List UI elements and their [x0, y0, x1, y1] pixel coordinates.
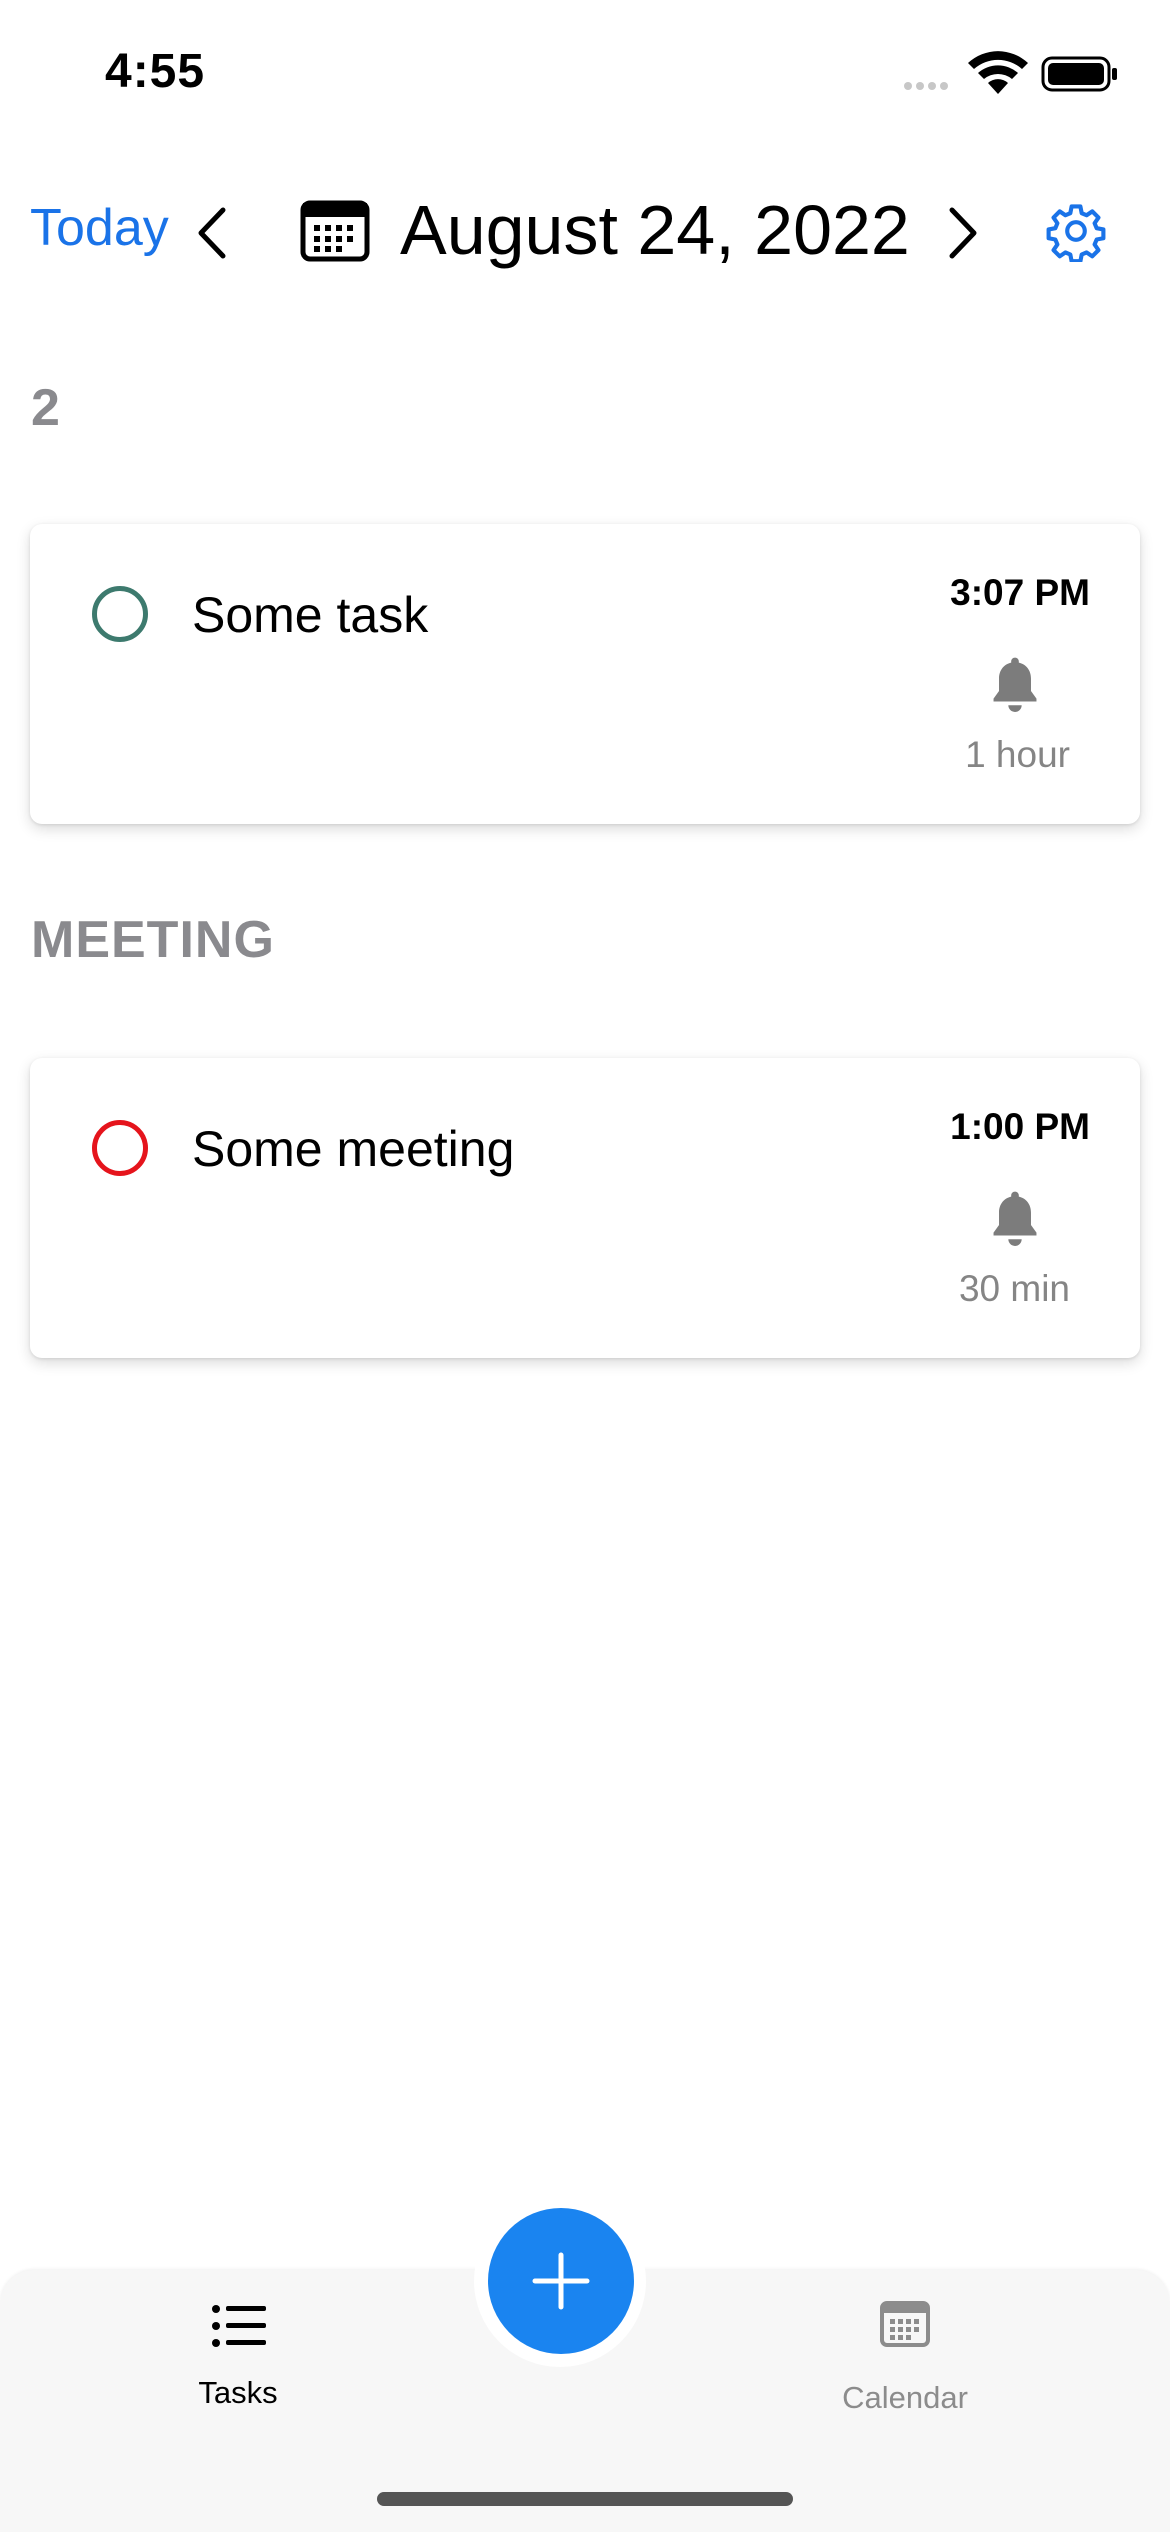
status-time: 4:55 [105, 45, 206, 98]
tab-tasks[interactable]: Tasks [160, 2295, 316, 2415]
next-day-button[interactable] [930, 198, 990, 268]
settings-button[interactable] [1045, 200, 1107, 264]
list-icon [212, 2305, 266, 2347]
section-header: 2 [31, 379, 61, 437]
meeting-card[interactable]: Some meeting 1:00 PM 30 min [30, 1058, 1140, 1358]
task-time: 3:07 PM [950, 572, 1090, 613]
status-icons-svg [904, 51, 1117, 94]
bell-icon [993, 1191, 1037, 1246]
reminder-label: 30 min [958, 1268, 1070, 1309]
previous-day-button[interactable] [185, 198, 245, 268]
reminder-label: 1 hour [965, 734, 1070, 775]
chevron-right-icon [949, 207, 977, 259]
task-title: Some task [192, 587, 429, 643]
calendar-icon[interactable] [300, 200, 370, 262]
chevron-left-icon [198, 207, 226, 259]
meeting-title: Some meeting [192, 1121, 515, 1177]
task-status-checkbox[interactable] [92, 586, 148, 642]
tab-tasks-label: Tasks [198, 2375, 278, 2410]
meeting-status-checkbox[interactable] [92, 1120, 148, 1176]
gear-icon [1046, 204, 1106, 264]
plus-icon [532, 2252, 590, 2310]
task-card[interactable]: Some task 3:07 PM 1 hour [30, 524, 1140, 824]
wifi-icon [968, 51, 1028, 94]
section-header: MEETING [31, 911, 275, 969]
tab-calendar-label: Calendar [842, 2380, 968, 2415]
add-button[interactable] [488, 2208, 634, 2354]
battery-icon [1041, 56, 1117, 92]
status-icons [900, 50, 1120, 100]
date-title[interactable]: August 24, 2022 [400, 190, 910, 270]
today-button[interactable]: Today [30, 198, 169, 258]
home-indicator [377, 2492, 793, 2506]
tab-calendar[interactable]: Calendar [825, 2295, 985, 2420]
cellular-icon [904, 82, 948, 90]
bell-icon [993, 657, 1037, 712]
calendar-icon [880, 2301, 930, 2347]
meeting-time: 1:00 PM [950, 1106, 1090, 1147]
